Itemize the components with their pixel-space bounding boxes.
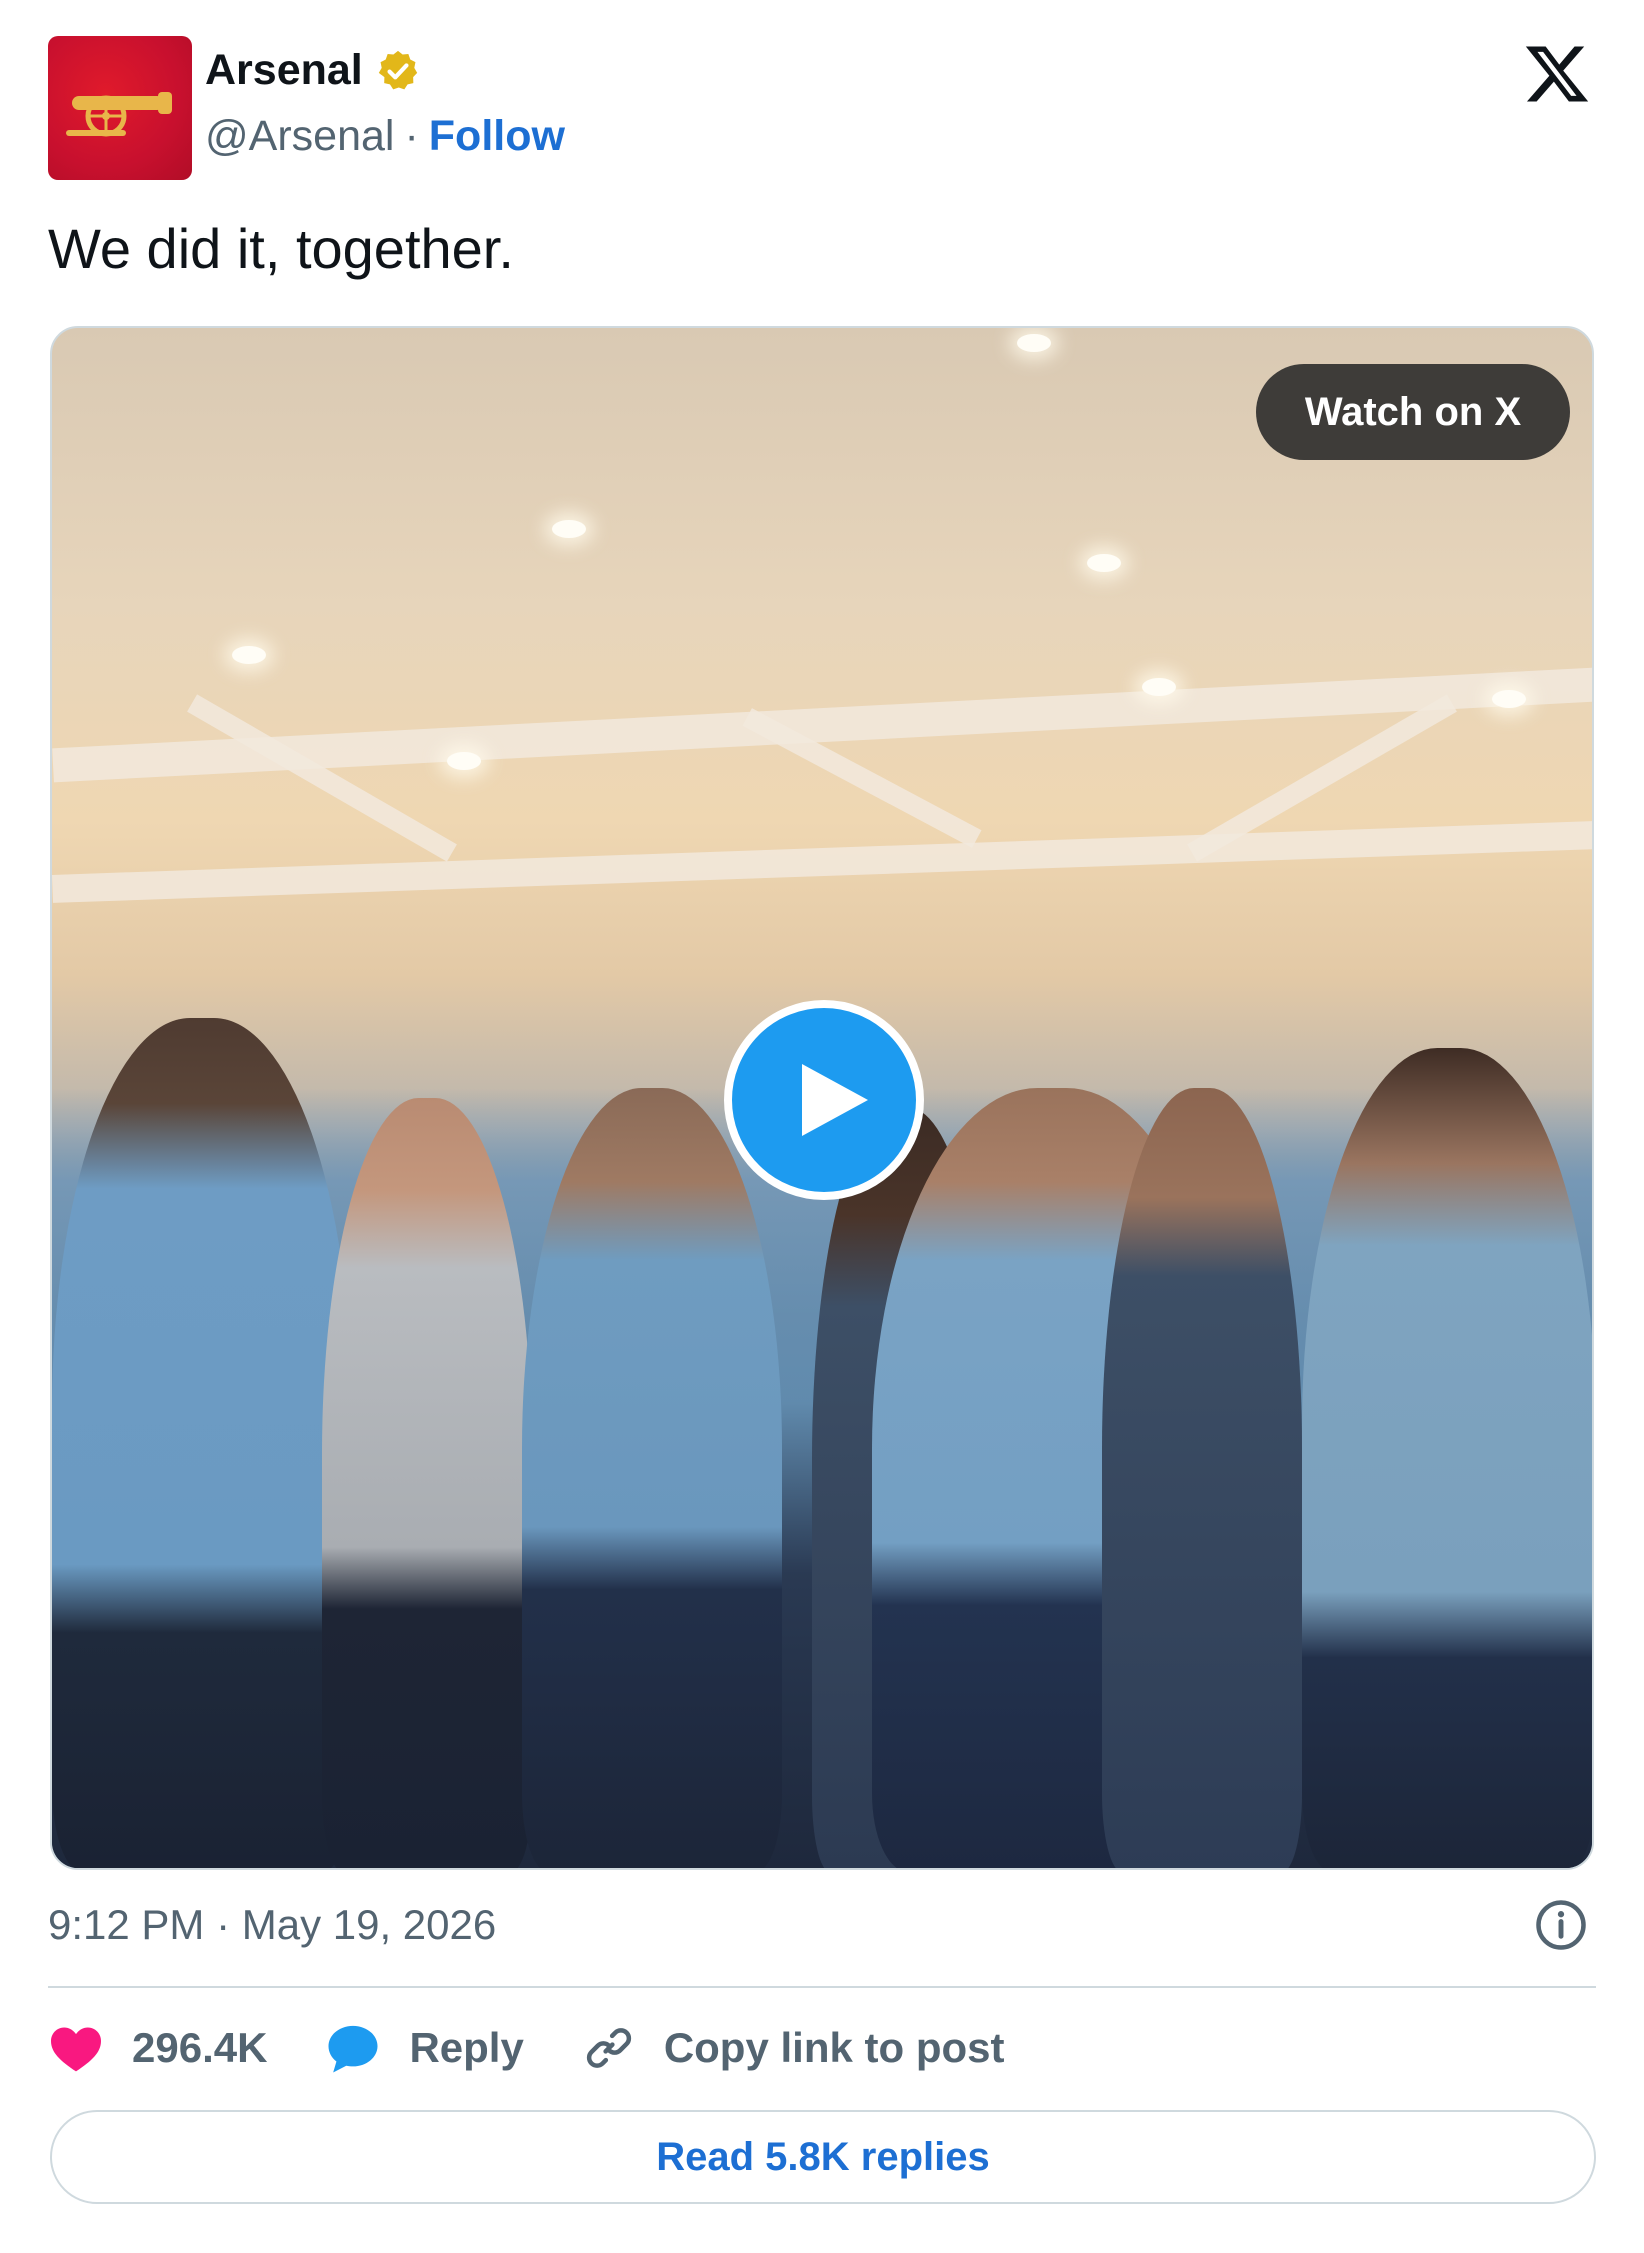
heart-icon [51,2027,101,2072]
author-handle[interactable]: @Arsenal [205,112,394,161]
x-logo-icon[interactable] [1523,40,1591,108]
ceiling-light [1142,678,1176,696]
ceiling-light [1017,334,1051,352]
person-silhouette [322,1098,532,1868]
author-name-row: Arsenal [205,46,421,95]
ceiling-light [232,646,266,664]
link-icon [586,2028,631,2068]
author-name[interactable]: Arsenal [205,46,363,95]
embedded-post-card: Arsenal @Arsenal · Follow We did it, tog… [0,0,1644,2253]
cannon-logo-icon [66,92,172,137]
read-replies-button[interactable]: Read 5.8K replies [50,2110,1596,2204]
reply-label: Reply [409,2024,524,2071]
copy-link-label: Copy link to post [663,2024,1005,2071]
person-silhouette [522,1088,782,1868]
ceiling-light [1492,690,1526,708]
person-silhouette [1302,1048,1592,1868]
author-handle-row: @Arsenal · Follow [205,112,565,161]
like-button[interactable]: 296.4K [48,2023,267,2073]
video-thumbnail[interactable]: Watch on X [50,326,1594,1870]
post-actions: 296.4K Reply Copy link to post [48,2016,1062,2080]
ceiling-light [447,752,481,770]
person-silhouette [1102,1088,1302,1868]
follow-button[interactable]: Follow [429,112,565,161]
play-icon [802,1064,868,1136]
separator-dot: · [404,112,419,160]
copy-link-button[interactable]: Copy link to post [582,2021,1005,2075]
watch-on-x-button[interactable]: Watch on X [1256,364,1570,460]
reply-bubble-icon [328,2025,378,2073]
ceiling-beam [52,821,1592,903]
ceiling-beam [187,694,457,862]
reply-button[interactable]: Reply [325,2020,524,2076]
post-text: We did it, together. [48,217,514,280]
ceiling-light [552,520,586,538]
play-button[interactable] [724,1000,924,1200]
ceiling-light [1087,554,1121,572]
verified-badge-icon [378,50,417,89]
info-icon[interactable] [1534,1898,1588,1952]
like-count: 296.4K [132,2024,268,2071]
person-silhouette [52,1018,352,1868]
post-timestamp[interactable]: 9:12 PM · May 19, 2026 [48,1901,496,1949]
author-avatar[interactable] [48,36,192,180]
divider [48,1986,1596,1988]
